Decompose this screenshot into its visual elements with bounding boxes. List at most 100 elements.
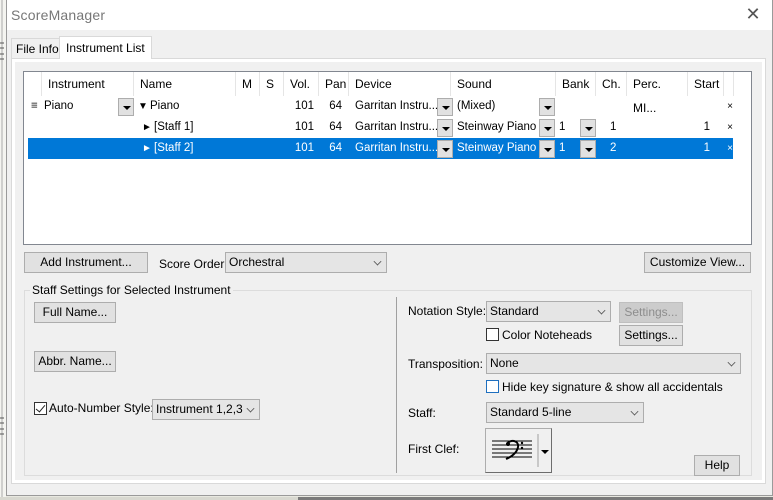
volume-value[interactable]: 101 [286,117,314,138]
sound-dropdown-button[interactable] [539,140,555,158]
close-icon[interactable]: ✕ [742,4,764,24]
expand-icon[interactable]: ▼ [138,96,148,117]
device-dropdown-button[interactable] [437,119,453,137]
column-header-pan[interactable]: Pan [319,72,349,96]
instrument-value: Piano [44,100,74,112]
pan-value[interactable]: 64 [322,96,342,117]
delete-icon[interactable]: × [725,117,735,138]
device-dropdown-button[interactable] [437,140,453,158]
expand-icon[interactable]: ► [142,138,152,159]
table-row[interactable]: ► [Staff 1] 101 64 Garritan Instru... St… [28,117,733,138]
hide-key-signature-label[interactable]: Hide key signature & show all accidental… [502,379,723,395]
column-header-channel[interactable]: Ch. [596,72,627,96]
auto-number-style-select[interactable]: Instrument 1,2,3 [152,399,260,420]
color-settings-button[interactable]: Settings... [619,325,683,346]
device-dropdown-button[interactable] [437,98,453,116]
abbr-name-button[interactable]: Abbr. Name... [34,351,116,372]
device-value: Garritan Instru... [355,121,439,133]
staff-label: Staff: [408,406,436,420]
column-header-volume[interactable]: Vol. [284,72,319,96]
help-button[interactable]: Help [694,455,740,476]
name-value: [Staff 2] [154,142,194,154]
tab-instrument-list-label: Instrument List [66,41,145,55]
start-value[interactable]: 1 [688,117,710,138]
channel-value[interactable]: 1 [610,117,616,138]
add-instrument-button[interactable]: Add Instrument... [24,252,148,273]
column-header-bank[interactable]: Bank [556,72,596,96]
column-header-mute[interactable]: M [236,72,260,96]
score-order-value: Orchestral [229,255,285,269]
title-bar: ScoreManager ✕ [7,0,772,30]
hide-key-signature-checkbox[interactable] [486,380,499,393]
column-header-delete [724,72,734,96]
delete-icon[interactable]: × [725,138,735,159]
dropdown-arrow-icon [541,450,549,454]
sound-dropdown-button[interactable] [539,98,555,116]
tab-instrument-list[interactable]: Instrument List [59,36,152,59]
chevron-down-icon [373,257,382,266]
instrument-dropdown-button[interactable] [118,98,134,116]
tab-file-info[interactable]: File Info [11,38,64,58]
column-header-perc-mi[interactable]: Perc. MI... [627,72,688,115]
customize-view-button[interactable]: Customize View... [644,252,751,273]
checkmark-icon [35,402,46,413]
full-name-button[interactable]: Full Name... [34,302,116,323]
bank-dropdown-button[interactable] [580,140,596,158]
column-header-name[interactable]: Name [134,72,236,96]
delete-icon[interactable]: × [725,96,735,117]
auto-number-style-value: Instrument 1,2,3 [156,402,243,416]
notation-settings-button[interactable]: Settings... [619,302,683,323]
bank-value: 1 [559,121,566,133]
sound-dropdown-button[interactable] [539,119,555,137]
score-order-select[interactable]: Orchestral [225,252,387,273]
score-order-label: Score Order: [159,257,228,271]
staff-value: Standard 5-line [490,405,572,419]
drag-handle-icon[interactable]: ≡ [31,96,38,117]
pan-value[interactable]: 64 [322,138,342,159]
bank-dropdown-button[interactable] [580,119,596,137]
auto-number-label[interactable]: Auto-Number Style: [49,400,154,416]
auto-number-checkbox[interactable] [34,402,47,415]
notation-style-select[interactable]: Standard [486,301,611,322]
sound-value: Steinway Piano [457,121,537,133]
name-value: Piano [150,100,180,112]
chevron-down-icon [246,404,255,413]
staff-settings-title: Staff Settings for Selected Instrument [30,282,233,298]
table-row[interactable]: ≡ Piano ▼ Piano 101 64 Garritan Instru..… [28,96,733,117]
volume-value[interactable]: 101 [286,96,314,117]
sound-value: (Mixed) [457,100,496,112]
vertical-divider [396,297,397,473]
notation-style-value: Standard [490,304,539,318]
column-header-instrument[interactable]: Instrument [42,72,134,96]
transposition-select[interactable]: None [486,353,741,374]
color-noteheads-checkbox[interactable] [486,328,499,341]
first-clef-button[interactable] [485,428,552,473]
tab-file-info-label: File Info [16,42,59,56]
name-value: [Staff 1] [154,121,194,133]
transposition-value: None [490,356,519,370]
table-row-selected[interactable]: ► [Staff 2] 101 64 Garritan Instru... St… [28,138,733,159]
instrument-list[interactable]: Instrument Name M S Vol. Pan Device Soun… [23,71,752,245]
expand-icon[interactable]: ► [142,117,152,138]
volume-value[interactable]: 101 [286,138,314,159]
bank-value: 1 [559,142,566,154]
color-noteheads-label[interactable]: Color Noteheads [502,327,592,343]
window-title: ScoreManager [11,7,106,23]
notation-style-label: Notation Style: [408,304,487,318]
start-value[interactable]: 1 [688,138,710,159]
bass-clef-icon [492,434,549,467]
chevron-down-icon [597,306,606,315]
device-value: Garritan Instru... [355,142,439,154]
channel-value[interactable]: 2 [610,138,616,159]
first-clef-label: First Clef: [408,442,460,456]
chevron-down-icon [727,358,736,367]
chevron-down-icon [630,407,639,416]
staff-select[interactable]: Standard 5-line [486,402,644,423]
column-header-start[interactable]: Start [688,72,724,96]
column-header-solo[interactable]: S [260,72,284,96]
column-header-device[interactable]: Device [349,72,451,96]
sound-value: Steinway Piano [457,142,537,154]
column-header-sound[interactable]: Sound [451,72,556,96]
device-value: Garritan Instru... [355,100,439,112]
pan-value[interactable]: 64 [322,117,342,138]
